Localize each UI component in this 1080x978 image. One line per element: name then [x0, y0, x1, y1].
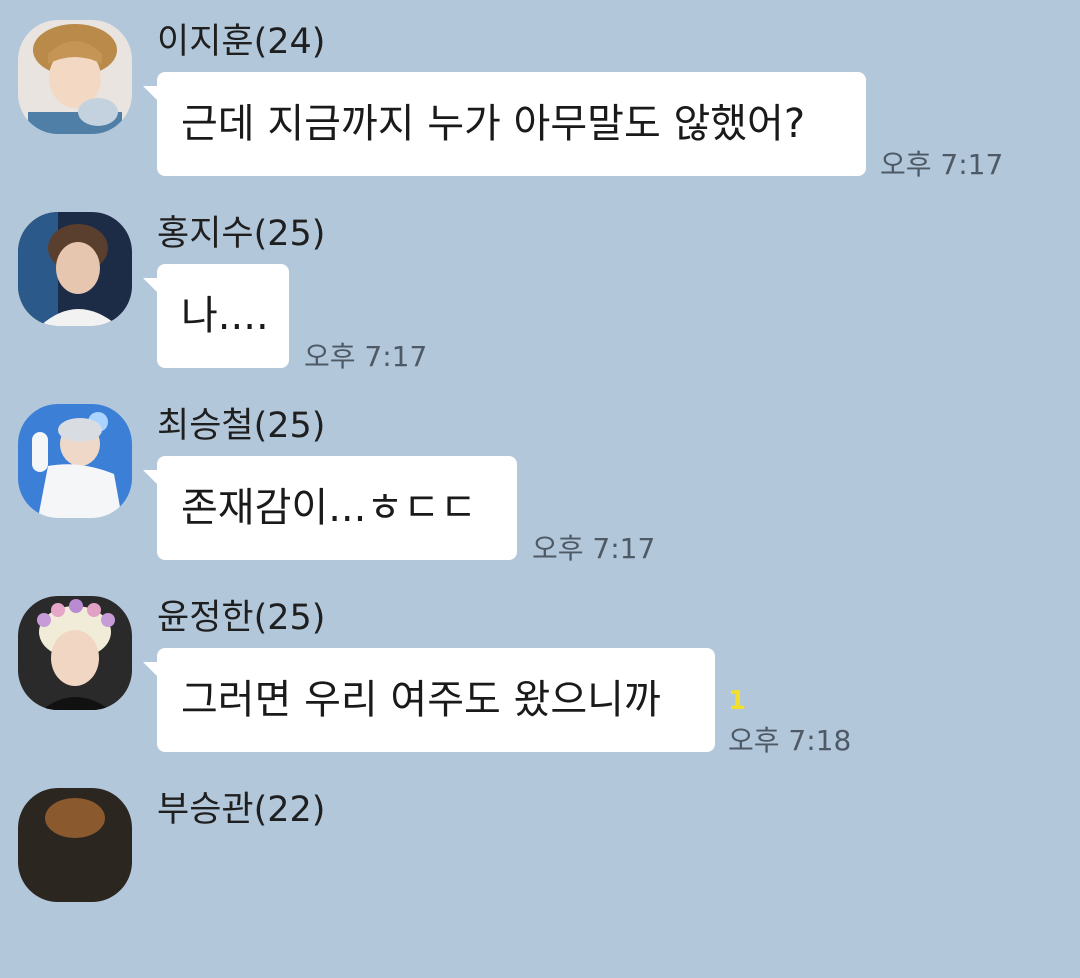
profile-avatar-icon[interactable]: [18, 596, 132, 710]
chat-message: 최승철(25) 존재감이...ㅎㄷㄷ 오후 7:17: [0, 404, 1080, 594]
profile-avatar-icon[interactable]: [18, 20, 132, 134]
unread-count-badge: 1: [728, 686, 747, 716]
chat-message: 홍지수(25) 나.... 오후 7:17: [0, 212, 1080, 402]
sender-name: 부승관(22): [157, 790, 326, 830]
message-time: 오후 7:17: [880, 148, 1004, 181]
message-time: 오후 7:18: [728, 724, 852, 757]
message-bubble[interactable]: 그러면 우리 여주도 왔으니까: [143, 648, 715, 752]
chat-message-list[interactable]: 이지훈(24) 근데 지금까지 누가 아무말도 않했어? 오후 7:17 홍지수…: [0, 0, 1080, 902]
sender-name: 홍지수(25): [157, 214, 326, 254]
message-time: 오후 7:17: [304, 340, 428, 373]
message-bubble[interactable]: 근데 지금까지 누가 아무말도 않했어?: [143, 72, 866, 176]
profile-avatar-icon[interactable]: [18, 404, 132, 518]
profile-avatar-icon[interactable]: [18, 212, 132, 326]
message-time: 오후 7:17: [532, 532, 656, 565]
message-bubble[interactable]: 존재감이...ㅎㄷㄷ: [143, 456, 517, 560]
profile-avatar-icon[interactable]: [18, 788, 132, 902]
chat-message: 윤정한(25) 그러면 우리 여주도 왔으니까 1 오후 7:18: [0, 596, 1080, 786]
sender-name: 이지훈(24): [157, 22, 326, 62]
message-bubble[interactable]: 나....: [143, 264, 289, 368]
chat-message: 이지훈(24) 근데 지금까지 누가 아무말도 않했어? 오후 7:17: [0, 20, 1080, 210]
sender-name: 윤정한(25): [157, 598, 326, 638]
chat-message: 부승관(22): [0, 788, 1080, 978]
sender-name: 최승철(25): [157, 406, 326, 446]
